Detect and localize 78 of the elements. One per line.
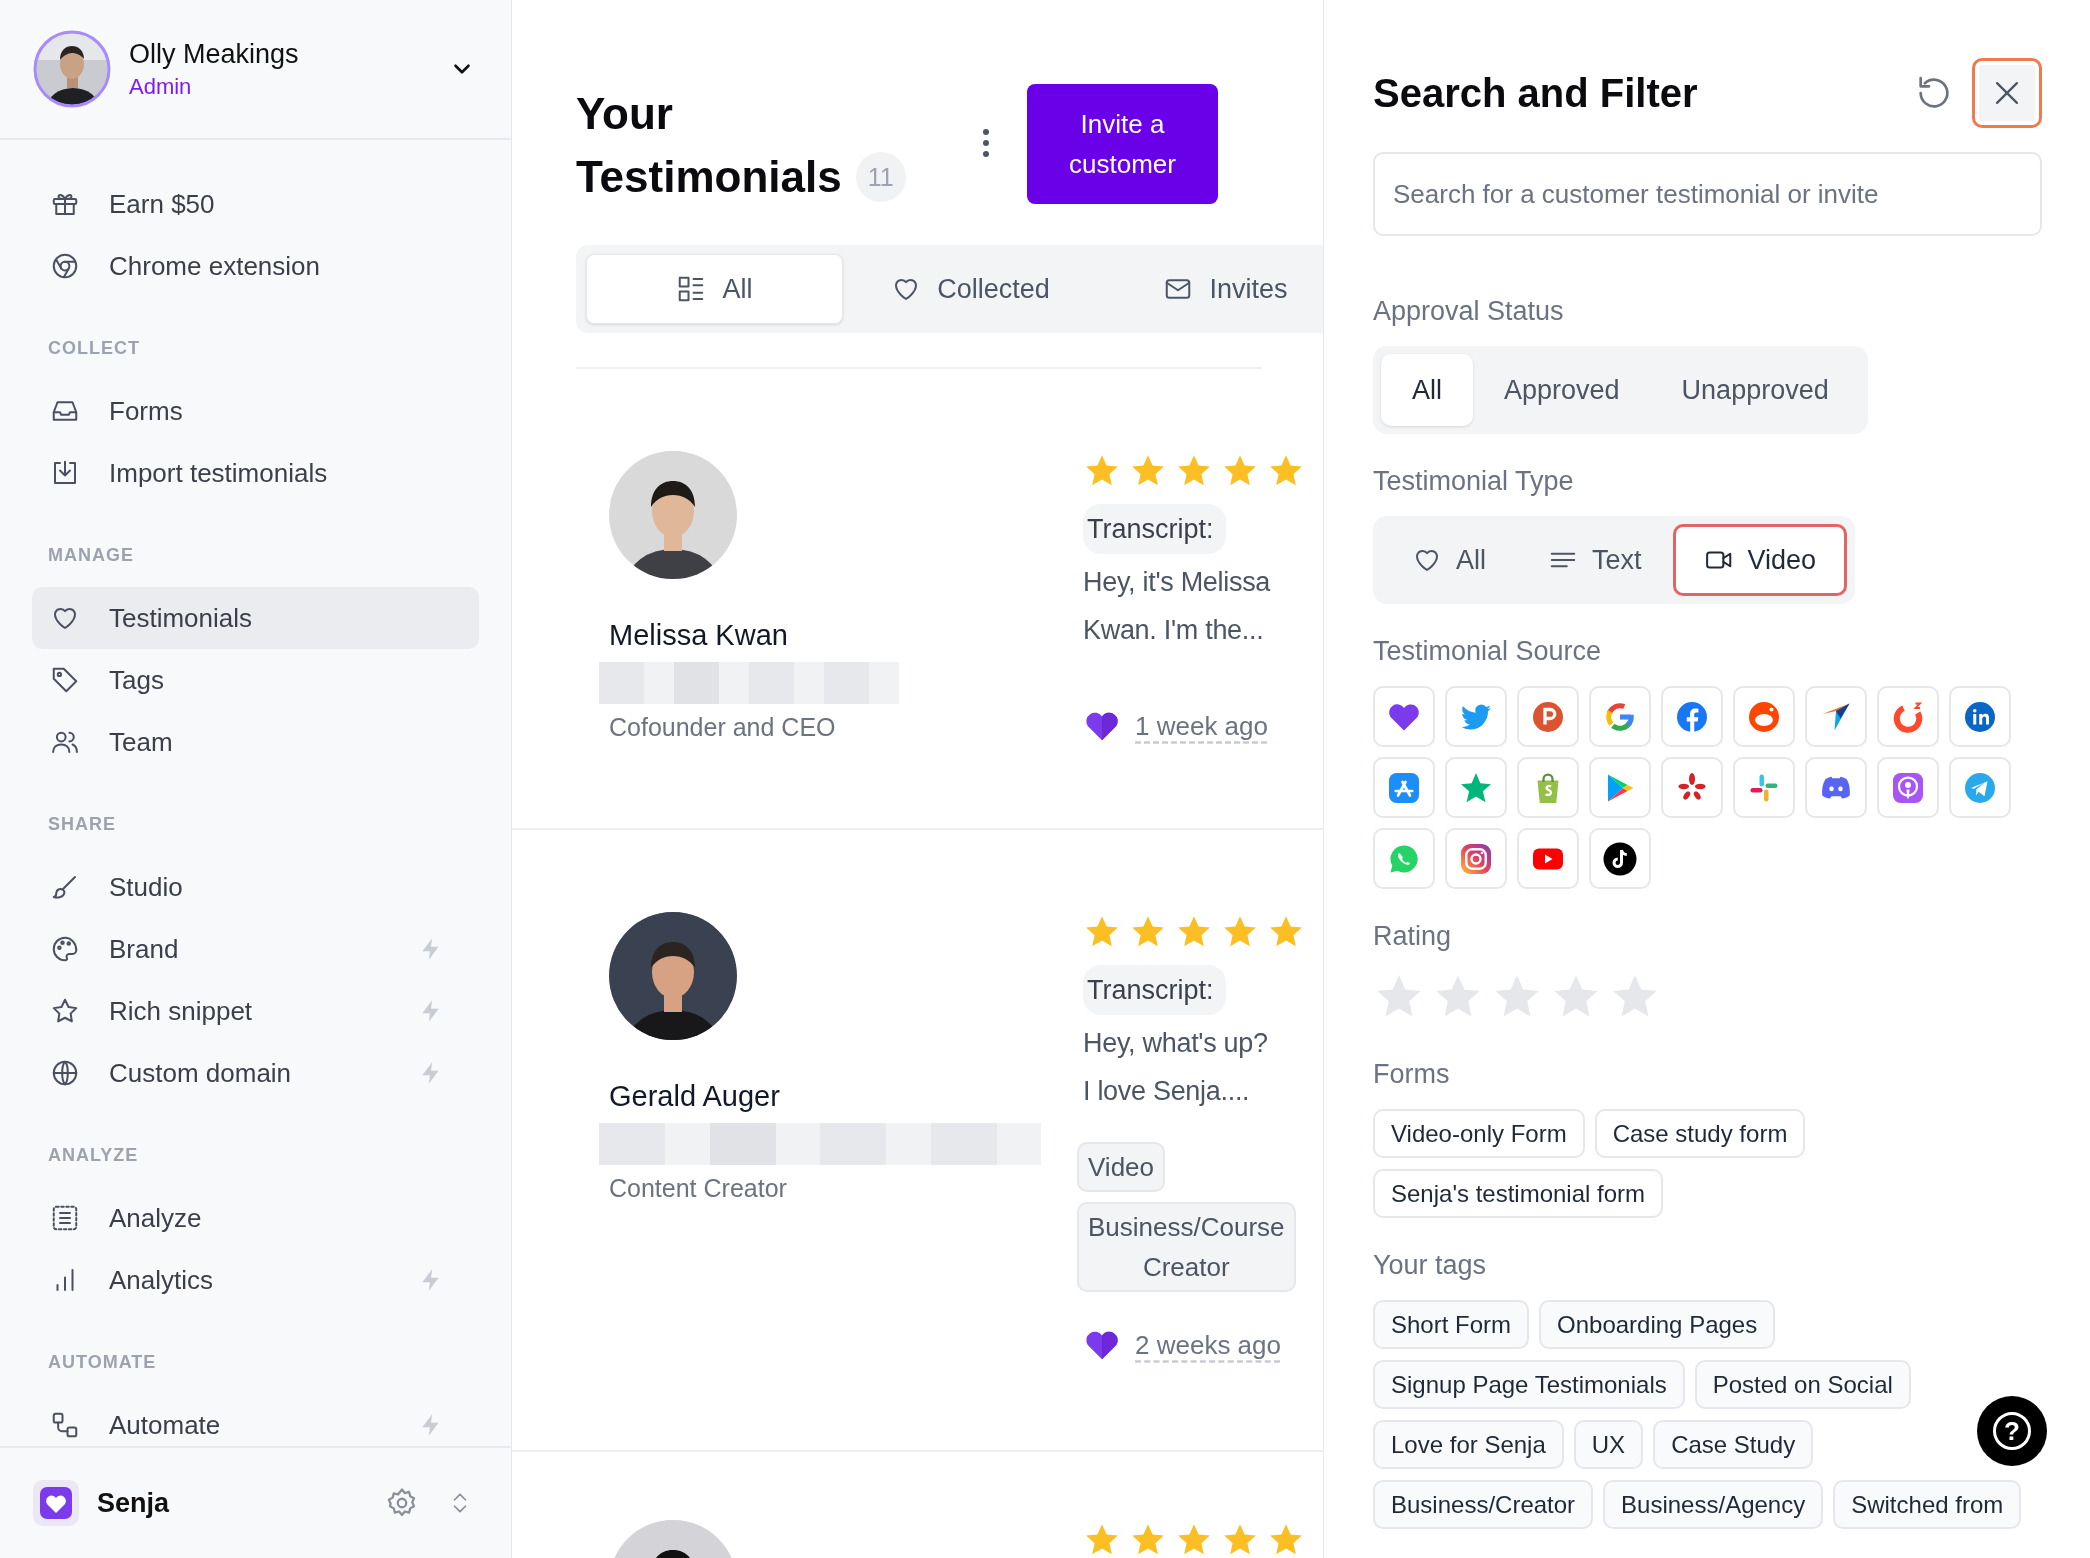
section-heading: COLLECT <box>47 337 141 360</box>
time-link[interactable]: 1 week ago <box>1135 710 1268 742</box>
person-name: Gerald Auger <box>609 1079 780 1114</box>
tag-chip[interactable]: Business/Creator <box>1373 1480 1594 1529</box>
tag-chip[interactable]: Short Form <box>1373 1300 1530 1349</box>
tag-icon <box>50 665 80 695</box>
sidebar-item[interactable]: Earn $50 <box>32 173 479 235</box>
music-note-icon <box>1602 840 1638 877</box>
form-chip[interactable]: Video-only Form <box>1373 1109 1585 1158</box>
excerpt-text: Hey, it's Melissa Kwan. I'm the... <box>1083 566 1272 647</box>
palette-icon <box>50 934 80 964</box>
ring-icon <box>50 251 80 281</box>
section-label: Testimonial Type <box>1373 465 1575 498</box>
tag-chip[interactable]: Case Study <box>1653 1420 1814 1469</box>
tag-chip[interactable]: Love for Senja <box>1373 1420 1564 1469</box>
sidebar-item[interactable]: Forms <box>32 380 479 442</box>
section-heading: AUTOMATE <box>47 1351 158 1374</box>
tag-chip[interactable]: Onboarding Pages <box>1539 1300 1776 1349</box>
section-label: Approval Status <box>1373 295 1565 328</box>
sidebar-item[interactable]: Testimonials <box>32 587 479 649</box>
section-heading: ANALYZE <box>47 1144 140 1167</box>
sidebar-item[interactable]: Studio <box>32 856 479 918</box>
heart-logo-icon <box>32 1479 80 1527</box>
transcript-label: Transcript: <box>1083 504 1226 554</box>
tag-chip[interactable]: Switched from <box>1833 1480 2022 1529</box>
form-chip[interactable]: Senja's testimonial form <box>1373 1169 1663 1218</box>
section-heading: SHARE <box>47 813 117 836</box>
segment-option[interactable]: All <box>1381 354 1473 426</box>
sidebar-item[interactable]: Chrome extension <box>32 235 479 297</box>
tag-chip[interactable]: Signup Page Testimonials <box>1373 1360 1685 1409</box>
person-title: Content Creator <box>609 1173 788 1203</box>
person-name: Melissa Kwan <box>609 618 788 653</box>
sidebar-item[interactable]: Import testimonials <box>32 442 479 504</box>
invite-button[interactable]: Invite a customer <box>1027 84 1218 204</box>
sidebar-item[interactable]: Analytics <box>32 1249 479 1311</box>
panel-title: Search and Filter <box>1373 70 1699 116</box>
workspace-name: Senja <box>97 1487 171 1519</box>
tag-chip: Video <box>1077 1142 1166 1192</box>
person-title: Cofounder and CEO <box>609 712 837 742</box>
tab[interactable]: All <box>586 254 843 324</box>
tag-chip[interactable]: Business/Agency <box>1603 1480 1824 1529</box>
section-heading: MANAGE <box>47 544 135 567</box>
tag-chip: Business/Course Creator <box>1077 1202 1296 1292</box>
segment-option[interactable]: Video <box>1672 524 1848 596</box>
tag-chip[interactable]: Posted on Social <box>1694 1360 1911 1409</box>
section-label: Rating <box>1373 920 1453 953</box>
count-badge: 11 <box>855 152 906 202</box>
section-label: Testimonial Source <box>1373 635 1603 668</box>
segment-option[interactable]: All <box>1381 524 1517 596</box>
page-title: Your Testimonials <box>576 89 842 201</box>
time-link[interactable]: 2 weeks ago <box>1135 1329 1281 1361</box>
section-label: Forms <box>1373 1058 1451 1091</box>
segment-option[interactable]: Text <box>1517 524 1673 596</box>
more-icon[interactable] <box>982 128 990 158</box>
sidebar-item[interactable]: Tags <box>32 649 479 711</box>
close-button[interactable] <box>1972 58 2042 128</box>
section-label: Your tags <box>1373 1249 1488 1282</box>
help-button[interactable]: ? <box>1977 1396 2047 1466</box>
user-name: Olly Meakings <box>129 38 300 71</box>
list-icon <box>50 1203 80 1233</box>
form-chip[interactable]: Case study form <box>1594 1109 1806 1158</box>
sidebar-item[interactable]: Custom domain <box>32 1042 479 1104</box>
sidebar-item[interactable]: Analyze <box>32 1187 479 1249</box>
sidebar-item[interactable]: Automate <box>32 1394 479 1446</box>
excerpt-text: Hey, what's up? I love Senja.... <box>1083 1027 1269 1108</box>
user-role: Admin <box>129 73 193 101</box>
segment-option[interactable]: Unapproved <box>1650 354 1860 426</box>
sidebar-item[interactable]: Team <box>32 711 479 773</box>
search-field[interactable]: Search for a customer testimonial or invite <box>1373 152 2042 236</box>
tab[interactable]: Collected <box>843 254 1098 324</box>
sidebar-item[interactable]: Brand <box>32 918 479 980</box>
tag-chip[interactable]: UX <box>1573 1420 1644 1469</box>
segment-option[interactable]: Approved <box>1473 354 1651 426</box>
transcript-label: Transcript: <box>1083 965 1226 1015</box>
globe-icon <box>50 1058 80 1088</box>
flow-icon <box>50 1410 80 1440</box>
tab[interactable]: Invites <box>1098 254 1323 324</box>
sidebar-item[interactable]: Rich snippet <box>32 980 479 1042</box>
